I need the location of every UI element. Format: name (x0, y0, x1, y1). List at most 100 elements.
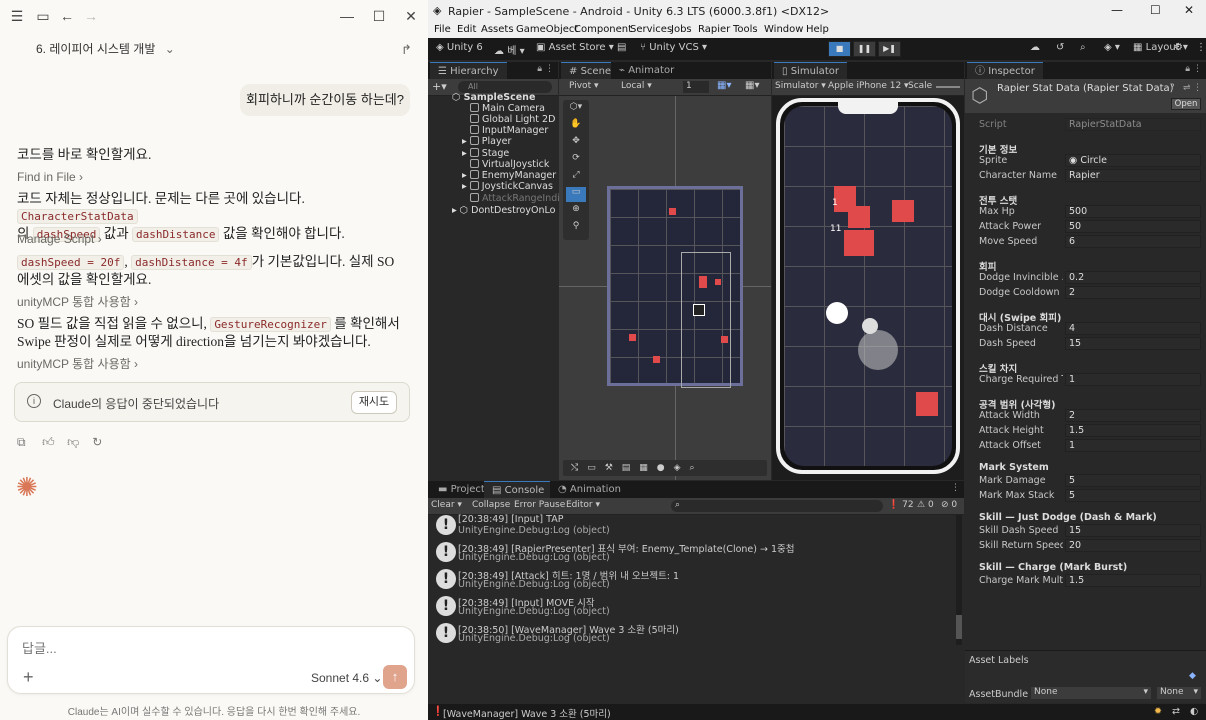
custom-tool-icon[interactable]: ⚲ (566, 221, 586, 236)
more-icon[interactable]: ⋮ (1193, 64, 1202, 74)
lock-icon[interactable]: 🔒︎ (537, 64, 542, 74)
unity-account-button[interactable]: ◈ Unity 6 (436, 42, 483, 53)
more-icon[interactable]: ⋮ (1193, 83, 1202, 93)
share-icon[interactable]: ↱ (401, 42, 412, 58)
scroll-thumb[interactable] (956, 615, 962, 639)
menu-component[interactable]: Component (574, 24, 632, 35)
menu-help[interactable]: Help (806, 24, 829, 35)
hier-item-player[interactable]: ▸ Player (462, 136, 511, 147)
package-icon[interactable]: ▤ (617, 42, 626, 53)
tool-call-manage-script[interactable]: Manage Script › (17, 232, 102, 246)
retry-icon[interactable]: ↻ (92, 435, 106, 449)
field-value[interactable]: 1.5 (1065, 574, 1201, 587)
editor-dropdown[interactable]: Editor ▾ (566, 500, 600, 510)
log-entry[interactable]: ! [20:38:49] [RapierPresenter] 표식 부여: Ene… (434, 540, 954, 566)
field-value[interactable]: 20 (1065, 539, 1201, 552)
hier-item-inputmanager[interactable]: InputManager (470, 125, 548, 136)
tool-call-find-in-file[interactable]: Find in File › (17, 170, 83, 184)
error-pause-button[interactable]: Error Pause (514, 500, 565, 510)
field-value[interactable]: 500 (1065, 205, 1201, 218)
menu-services[interactable]: Services (630, 24, 672, 35)
tool-call-unitymcp-2[interactable]: unityMCP 통합 사용함 › (17, 355, 138, 372)
menu-gameobject[interactable]: GameObject (516, 24, 578, 35)
thumbs-down-icon[interactable]: 👎︎ (67, 435, 81, 449)
field-value[interactable]: 1 (1065, 373, 1201, 386)
snap-field[interactable]: 1 (683, 81, 709, 93)
field-value[interactable]: 1 (1065, 439, 1201, 452)
field-value[interactable]: 15 (1065, 524, 1201, 537)
rotate-tool-icon[interactable]: ⟳ (566, 153, 586, 168)
hand-tool-icon[interactable]: ✋ (566, 119, 586, 134)
debug-icon[interactable]: ◐ (1190, 706, 1198, 717)
device-dropdown[interactable]: Apple iPhone 12 ▾ (828, 81, 909, 91)
hier-item-attackrange[interactable]: AttackRangeIndica (470, 193, 571, 204)
grid-snap-icon[interactable]: ▦▾ (717, 80, 731, 91)
field-value[interactable]: ◉ Circle (1065, 154, 1201, 167)
assetbundle-dropdown[interactable]: None ▾ (1031, 687, 1151, 699)
console-search[interactable]: ⌕ (671, 500, 883, 512)
history-icon[interactable]: ↺ (1056, 42, 1064, 53)
menu-tools[interactable]: Tools (733, 24, 758, 35)
lock-icon[interactable]: 🔒︎ (1185, 64, 1190, 74)
tab-console[interactable]: ▤ Console (484, 481, 553, 498)
scene-overlay-toolbar[interactable]: ⤭▭⚒▤▦●◈⌕ (563, 460, 767, 476)
model-selector[interactable]: Sonnet 4.6 ⌄ (311, 671, 382, 685)
account-dropdown[interactable]: ☁ 베 ▾ (494, 42, 525, 57)
menu-jobs[interactable]: Jobs (671, 24, 692, 35)
local-dropdown[interactable]: Local ▾ (621, 81, 652, 91)
reply-input[interactable] (22, 639, 322, 657)
vcs-button[interactable]: ⑂ Unity VCS ▾ (640, 42, 707, 53)
console-scrollbar[interactable] (956, 515, 962, 645)
tab-animation[interactable]: ◔ Animation (550, 481, 629, 498)
scale-tool-icon[interactable]: ⤢ (566, 170, 586, 185)
minimize-icon[interactable]: — (1111, 3, 1123, 17)
scene-viewport[interactable]: ⬡▾ ✋ ✥ ⟳ ⤢ ▭ ⊕ ⚲ ⤭▭⚒▤▦●◈⌕ (559, 96, 771, 480)
thumbs-up-icon[interactable]: 👍︎ (42, 435, 56, 449)
view-tool-icon[interactable]: ⬡▾ (566, 102, 586, 117)
hier-item-main-camera[interactable]: Main Camera (470, 103, 545, 114)
warning-count[interactable]: ⚠ 0 (917, 500, 934, 510)
rect-tool-icon[interactable]: ▭ (566, 187, 586, 202)
tab-hierarchy[interactable]: ☰ Hierarchy (430, 62, 507, 79)
more-icon[interactable]: ⋮ (951, 483, 960, 493)
close-icon[interactable]: ✕ (402, 7, 420, 25)
collapse-button[interactable]: Collapse (472, 500, 510, 510)
field-value[interactable]: 2 (1065, 286, 1201, 299)
tool-call-unitymcp[interactable]: unityMCP 통합 사용함 › (17, 293, 138, 310)
simulator-viewport[interactable]: 1 11 (772, 96, 964, 480)
play-button[interactable]: ■ (828, 41, 851, 57)
field-value[interactable]: 1.5 (1065, 424, 1201, 437)
hier-item-joystickcanvas[interactable]: ▸ JoystickCanvas (462, 181, 553, 192)
forward-icon[interactable]: → (82, 7, 100, 25)
ddol-root[interactable]: ▸ ⬡ DontDestroyOnLo (452, 205, 555, 216)
settings-icon[interactable]: ⇌ (1183, 83, 1191, 93)
tab-inspector[interactable]: ⓘ Inspector (967, 62, 1043, 79)
chat-title[interactable]: 6. 레이피어 시스템 개발 ⌄ (36, 40, 175, 57)
pivot-dropdown[interactable]: Pivot ▾ (569, 81, 598, 91)
field-value[interactable]: 5 (1065, 474, 1201, 487)
plus-icon[interactable]: + (23, 667, 34, 688)
scale-slider[interactable] (936, 86, 960, 88)
tab-simulator[interactable]: ▯ Simulator (774, 62, 847, 79)
step-button[interactable]: ▶❚ (878, 41, 901, 57)
search-icon[interactable]: ⌕ (1080, 42, 1086, 53)
more-icon[interactable]: ⋮ (545, 64, 554, 74)
menu-icon[interactable]: ☰ (8, 7, 26, 25)
gizmo-icon[interactable]: ▦▾ (745, 80, 759, 91)
light-icon[interactable]: ✹ (1154, 706, 1162, 717)
open-button[interactable]: Open (1171, 98, 1201, 110)
network-icon[interactable]: ⇄ (1172, 706, 1180, 717)
sidebar-toggle-icon[interactable]: ▭ (34, 7, 52, 25)
scene-root[interactable]: ⬡ SampleScene (452, 92, 535, 103)
menu-assets[interactable]: Assets (481, 24, 514, 35)
field-value[interactable]: 4 (1065, 322, 1201, 335)
asset-store-button[interactable]: ▣ Asset Store ▾ (536, 42, 614, 53)
maximize-icon[interactable]: ☐ (370, 7, 388, 25)
minimize-icon[interactable]: — (338, 7, 356, 25)
pause-button[interactable]: ❚❚ (853, 41, 876, 57)
log-entry[interactable]: ! [20:38:49] [Input] TAP UnityEngine.Debug… (434, 513, 954, 539)
field-value[interactable]: 6 (1065, 235, 1201, 248)
log-entry[interactable]: ! [20:38:50] [WaveManager] Wave 3 소환 (5마리… (434, 621, 954, 647)
clear-dropdown[interactable]: Clear ▾ (431, 500, 462, 510)
info-count[interactable]: ❗ 72 (888, 500, 914, 510)
